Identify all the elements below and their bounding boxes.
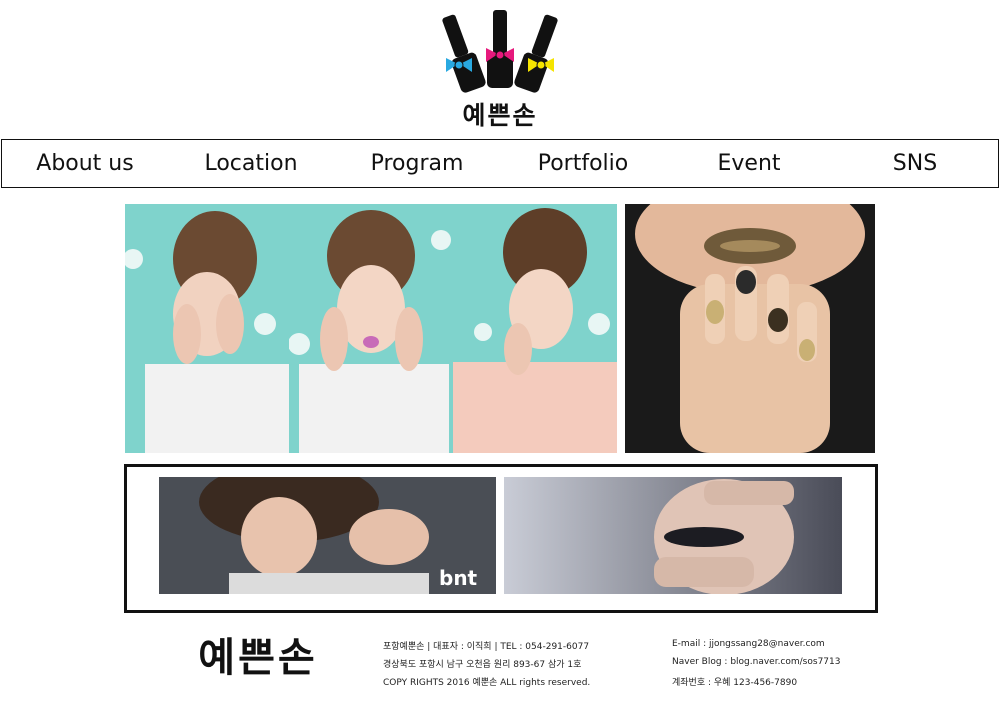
footer-email: E-mail : jjongssang28@naver.com	[672, 639, 825, 649]
model-side-profile-photo: bnt	[159, 477, 496, 594]
nav-location[interactable]: Location	[168, 151, 334, 176]
model-photo-2	[289, 204, 453, 453]
model-photo-1	[125, 204, 289, 453]
nav-sns[interactable]: SNS	[832, 151, 998, 176]
logo-text: 예쁜손	[462, 101, 538, 130]
nav-about-us[interactable]: About us	[2, 151, 168, 176]
footer-logo: 예쁜손	[198, 635, 318, 681]
footer-blog[interactable]: Naver Blog : blog.naver.com/sos7713	[672, 657, 840, 667]
footer-account: 계좌번호 : 우혜 123-456-7890	[672, 678, 798, 688]
footer-company-info: 포항예뿐손 | 대표자 : 이직희 | TEL : 054-291-6077	[383, 642, 590, 652]
watermark-text: bnt	[439, 566, 478, 590]
nav-event[interactable]: Event	[666, 151, 832, 176]
gold-lips-nails-photo	[625, 204, 875, 453]
main-nav: About us Location Program Portfolio Even…	[1, 139, 999, 188]
nav-program[interactable]: Program	[334, 151, 500, 176]
nav-portfolio[interactable]: Portfolio	[500, 151, 666, 176]
model-studded-nails-photo	[504, 477, 842, 594]
footer-address: 경상북도 포항시 남구 오천읍 원리 893-67 삼가 1호	[383, 660, 582, 670]
model-photo-3	[453, 204, 617, 453]
footer-copyright: COPY RIGHTS 2016 예뿐손 ALL rights reserved…	[383, 678, 591, 688]
